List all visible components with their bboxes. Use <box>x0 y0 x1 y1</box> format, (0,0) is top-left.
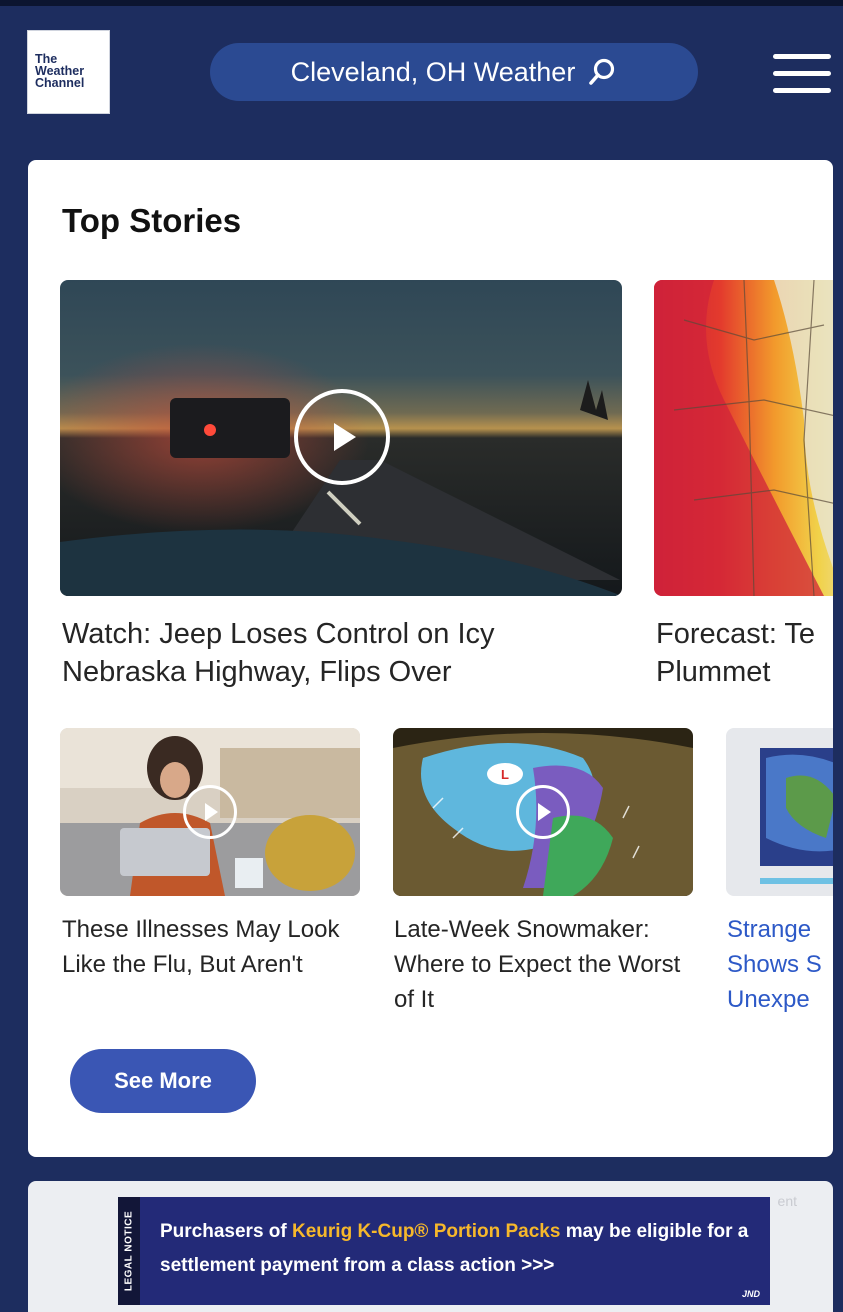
see-more-button[interactable]: See More <box>70 1049 256 1113</box>
ad-banner[interactable]: LEGAL NOTICE Purchasers of Keurig K-Cup®… <box>118 1197 770 1305</box>
temperature-map-image <box>654 280 833 596</box>
ad-text: Purchasers of Keurig K-Cup® Portion Pack… <box>160 1215 760 1283</box>
top-edge <box>0 0 843 6</box>
location-search-button[interactable]: Cleveland, OH Weather <box>210 43 698 101</box>
featured-story-1-thumbnail[interactable] <box>60 280 622 596</box>
legal-notice-label: LEGAL NOTICE <box>123 1210 135 1292</box>
hamburger-menu-icon[interactable] <box>773 54 831 94</box>
story-3-headline[interactable]: These Illnesses May Look Like the Flu, B… <box>62 912 358 982</box>
weather-channel-logo[interactable]: The Weather Channel <box>27 30 110 114</box>
location-search-label: Cleveland, OH Weather <box>290 56 576 87</box>
story-5-thumbnail[interactable] <box>726 728 833 896</box>
story-5-headline[interactable]: Strange Shows S Unexpe <box>727 912 833 1017</box>
ad-container: ent LEGAL NOTICE Purchasers of Keurig K-… <box>28 1181 833 1312</box>
logo-line-3: Channel <box>35 76 85 90</box>
legal-notice-strip: LEGAL NOTICE <box>118 1197 140 1305</box>
ad-brand-logo: JND <box>741 1289 760 1299</box>
featured-story-2-thumbnail[interactable] <box>654 280 833 596</box>
play-icon <box>516 785 570 839</box>
story-4-headline[interactable]: Late-Week Snowmaker: Where to Expect the… <box>394 912 694 1017</box>
play-icon <box>294 389 390 485</box>
featured-story-1-headline[interactable]: Watch: Jeep Loses Control on Icy Nebrask… <box>62 615 582 691</box>
top-stories-card: Top Stories Watch: Jeep Loses Control on… <box>28 160 833 1157</box>
section-title: Top Stories <box>62 202 242 239</box>
play-icon <box>183 785 237 839</box>
search-icon <box>589 58 615 85</box>
ad-highlight: Keurig K-Cup® Portion Packs <box>292 1221 561 1242</box>
us-weather-map-image <box>726 728 833 896</box>
ad-text-part1: Purchasers of <box>160 1221 292 1242</box>
ad-tag: ent <box>777 1193 797 1209</box>
svg-text:L: L <box>501 767 509 782</box>
featured-story-2-headline[interactable]: Forecast: Te Plummet <box>656 615 833 691</box>
story-4-thumbnail[interactable]: L <box>393 728 693 896</box>
story-3-thumbnail[interactable] <box>60 728 360 896</box>
